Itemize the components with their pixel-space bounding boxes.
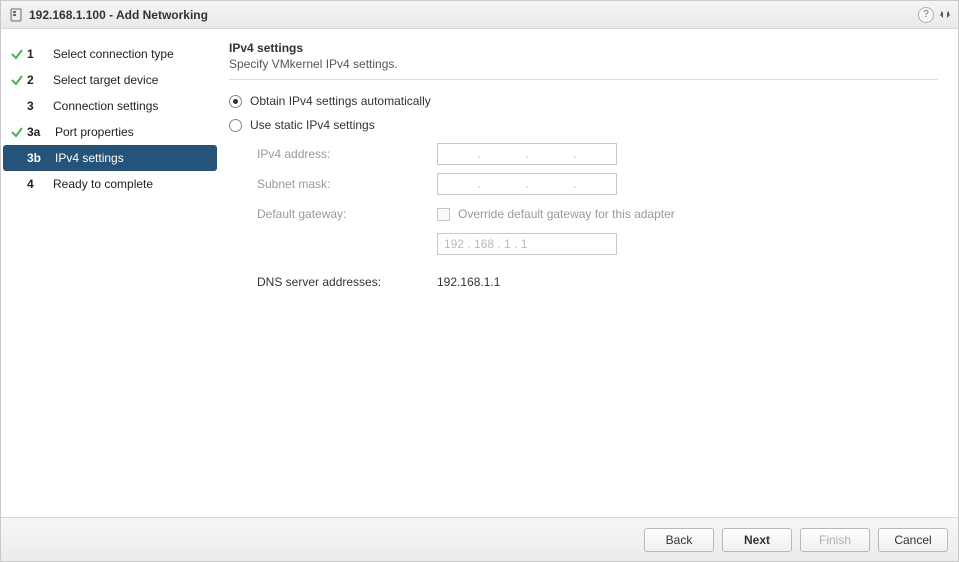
content-title: IPv4 settings [229, 41, 938, 55]
cancel-button[interactable]: Cancel [878, 528, 948, 552]
radio-label: Obtain IPv4 settings automatically [250, 94, 431, 108]
row-dns: DNS server addresses: 192.168.1.1 [257, 270, 938, 294]
wizard-window: 192.168.1.100 - Add Networking ? 1 [0, 0, 959, 562]
dns-value: 192.168.1.1 [437, 275, 500, 289]
back-button[interactable]: Back [644, 528, 714, 552]
row-gateway-value: 192 . 168 . 1 . 1 [257, 232, 938, 256]
titlebar: 192.168.1.100 - Add Networking ? [1, 1, 958, 29]
next-button[interactable]: Next [722, 528, 792, 552]
dns-label: DNS server addresses: [257, 275, 437, 289]
row-default-gateway: Default gateway: Override default gatewa… [257, 202, 938, 226]
wizard-footer: Back Next Finish Cancel [1, 517, 958, 561]
gateway-ip-value: 192 . 168 . 1 . 1 [444, 237, 527, 251]
step-label: Ready to complete [53, 177, 153, 191]
step-label: Select connection type [53, 47, 174, 61]
step-select-target-device[interactable]: 2 Select target device [3, 67, 217, 93]
radio-icon [229, 95, 242, 108]
override-gateway-checkbox[interactable] [437, 208, 450, 221]
step-number: 2 [27, 73, 53, 87]
radio-obtain-automatically[interactable]: Obtain IPv4 settings automatically [229, 94, 938, 108]
step-number: 3b [27, 151, 55, 165]
step-number: 4 [27, 177, 53, 191]
step-ipv4-settings[interactable]: 3b IPv4 settings [3, 145, 217, 171]
step-label: Select target device [53, 73, 158, 87]
step-number: 3 [27, 99, 53, 113]
default-gateway-input[interactable]: 192 . 168 . 1 . 1 [437, 233, 617, 255]
checkmark-icon [7, 73, 27, 87]
row-ipv4-address: IPv4 address: ... [257, 142, 938, 166]
step-number: 1 [27, 47, 53, 61]
step-number: 3a [27, 125, 55, 139]
host-icon [9, 8, 23, 22]
step-label: Port properties [55, 125, 134, 139]
step-ready-to-complete[interactable]: 4 Ready to complete [3, 171, 217, 197]
override-gateway-label: Override default gateway for this adapte… [458, 207, 675, 221]
content-pane: IPv4 settings Specify VMkernel IPv4 sett… [219, 29, 958, 517]
subnet-mask-label: Subnet mask: [257, 177, 437, 191]
step-port-properties[interactable]: 3a Port properties [3, 119, 217, 145]
ipv4-address-input[interactable]: ... [437, 143, 617, 165]
subnet-mask-input[interactable]: ... [437, 173, 617, 195]
step-connection-settings[interactable]: 3 Connection settings [3, 93, 217, 119]
step-select-connection-type[interactable]: 1 Select connection type [3, 41, 217, 67]
step-label: Connection settings [53, 99, 158, 113]
step-label: IPv4 settings [55, 151, 124, 165]
checkmark-icon [7, 125, 27, 139]
radio-icon [229, 119, 242, 132]
default-gateway-label: Default gateway: [257, 207, 437, 221]
checkmark-icon [7, 47, 27, 61]
help-icon[interactable]: ? [918, 7, 934, 23]
content-subtitle: Specify VMkernel IPv4 settings. [229, 57, 938, 71]
radio-label: Use static IPv4 settings [250, 118, 375, 132]
ipv4-address-label: IPv4 address: [257, 147, 437, 161]
expand-icon[interactable] [938, 8, 952, 22]
row-subnet-mask: Subnet mask: ... [257, 172, 938, 196]
finish-button[interactable]: Finish [800, 528, 870, 552]
wizard-steps-sidebar: 1 Select connection type 2 Select target… [1, 29, 219, 517]
divider [229, 79, 938, 80]
window-title: 192.168.1.100 - Add Networking [29, 8, 208, 22]
radio-use-static[interactable]: Use static IPv4 settings [229, 118, 938, 132]
